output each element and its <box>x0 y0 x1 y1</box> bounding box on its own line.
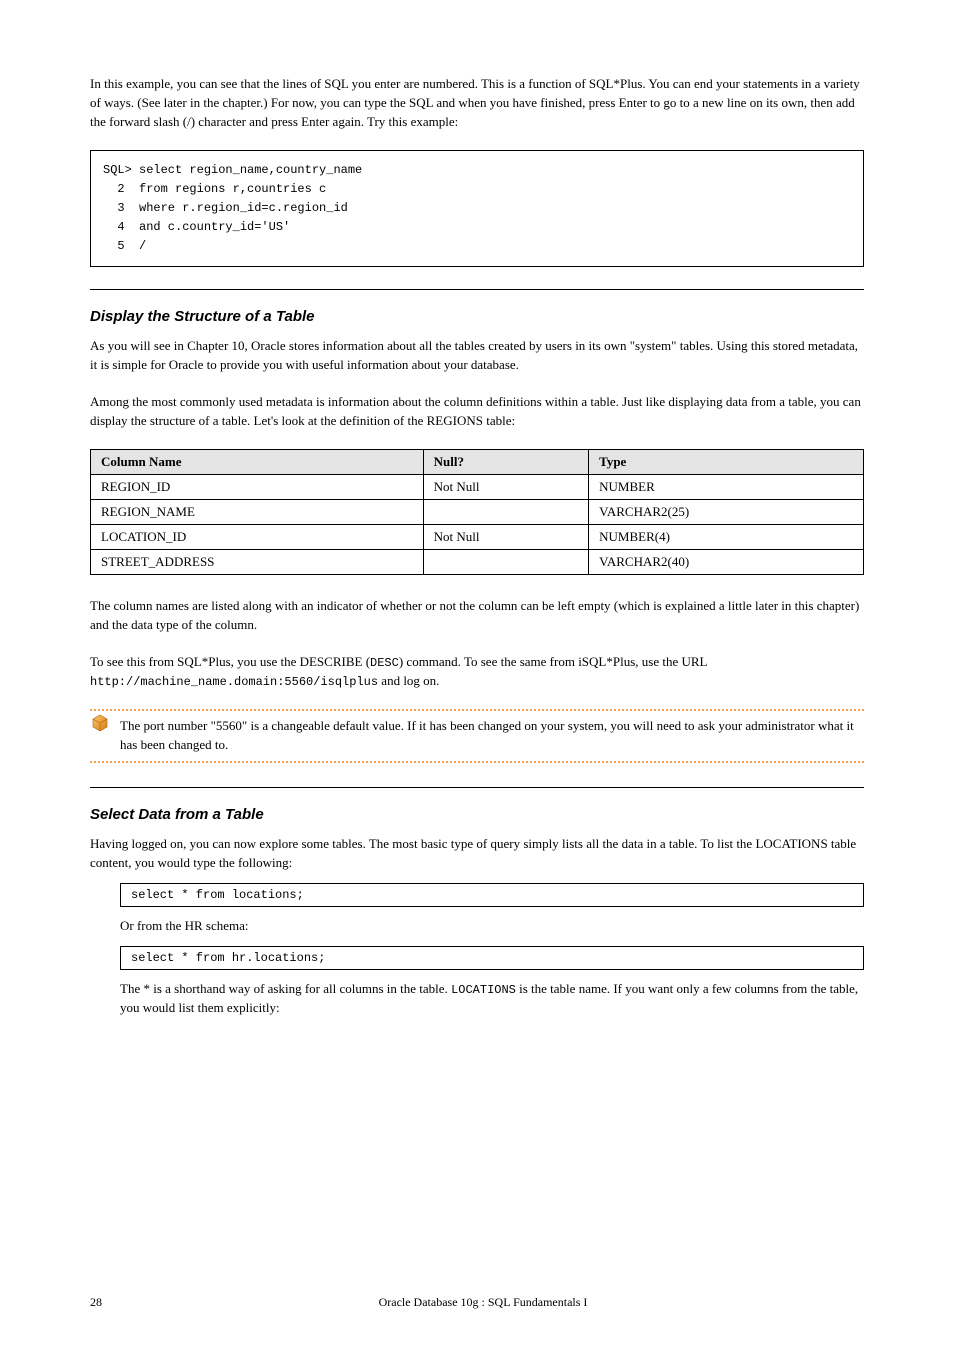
table-row: STREET_ADDRESS VARCHAR2(40) <box>91 549 864 574</box>
table-header-cell: Null? <box>423 449 589 474</box>
url-text: http://machine_name.domain:5560/isqlplus <box>90 675 378 689</box>
table-header-cell: Column Name <box>91 449 424 474</box>
table-header-row: Column Name Null? Type <box>91 449 864 474</box>
table-cell: NUMBER(4) <box>589 524 864 549</box>
table-cell: STREET_ADDRESS <box>91 549 424 574</box>
example-line: 2 from regions r,countries c <box>103 182 326 196</box>
table-row: LOCATION_ID Not Null NUMBER(4) <box>91 524 864 549</box>
dotted-divider <box>90 761 864 763</box>
tip-text: The port number "5560" is a changeable d… <box>120 717 864 755</box>
section-title-structure: Display the Structure of a Table <box>90 308 864 325</box>
example-line: 3 where r.region_id=c.region_id <box>103 201 348 215</box>
text-run: The * is a shorthand way of asking for a… <box>120 981 451 996</box>
table-cell: NUMBER <box>589 474 864 499</box>
table-structure: Column Name Null? Type REGION_ID Not Nul… <box>90 449 864 575</box>
page-number: 28 <box>90 1295 102 1310</box>
section-divider <box>90 289 864 290</box>
text-run: ) command. To see the same from iSQL*Plu… <box>399 654 707 669</box>
section-divider <box>90 787 864 788</box>
section2-para2: Or from the HR schema: <box>120 917 864 936</box>
table-cell: REGION_ID <box>91 474 424 499</box>
table-row: REGION_NAME VARCHAR2(25) <box>91 499 864 524</box>
section1-para2: Among the most commonly used metadata is… <box>90 393 864 431</box>
book-title: Oracle Database 10g : SQL Fundamentals I <box>90 1295 864 1310</box>
code-example-1: select * from locations; <box>120 883 864 907</box>
text-run: To see this from SQL*Plus, you use the D… <box>90 654 370 669</box>
example-line: SQL> select region_name,country_name <box>103 163 362 177</box>
table-cell: LOCATION_ID <box>91 524 424 549</box>
table-header-cell: Type <box>589 449 864 474</box>
section1-para1: As you will see in Chapter 10, Oracle st… <box>90 337 864 375</box>
page-footer: 28 Oracle Database 10g : SQL Fundamental… <box>90 1295 864 1310</box>
tip-callout: The port number "5560" is a changeable d… <box>90 709 864 763</box>
inline-code: LOCATIONS <box>451 983 516 997</box>
inline-code: DESC <box>370 656 399 670</box>
code-example-2: select * from hr.locations; <box>120 946 864 970</box>
table-cell <box>423 549 589 574</box>
table-cell: Not Null <box>423 474 589 499</box>
tip-icon <box>90 713 110 733</box>
section-title-select: Select Data from a Table <box>90 806 864 823</box>
table-row: REGION_ID Not Null NUMBER <box>91 474 864 499</box>
section2-para1: Having logged on, you can now explore so… <box>90 835 864 873</box>
table-cell: REGION_NAME <box>91 499 424 524</box>
table-cell: Not Null <box>423 524 589 549</box>
table-cell: VARCHAR2(25) <box>589 499 864 524</box>
section1-para3: The column names are listed along with a… <box>90 597 864 635</box>
text-run: and log on. <box>381 673 439 688</box>
section2-para3: The * is a shorthand way of asking for a… <box>120 980 864 1018</box>
example-line: 4 and c.country_id='US' <box>103 220 290 234</box>
section1-para4: To see this from SQL*Plus, you use the D… <box>90 653 864 692</box>
table-cell <box>423 499 589 524</box>
intro-paragraph: In this example, you can see that the li… <box>90 75 864 132</box>
table-cell: VARCHAR2(40) <box>589 549 864 574</box>
sql-example-box: SQL> select region_name,country_name 2 f… <box>90 150 864 268</box>
example-line: 5 / <box>103 239 146 253</box>
